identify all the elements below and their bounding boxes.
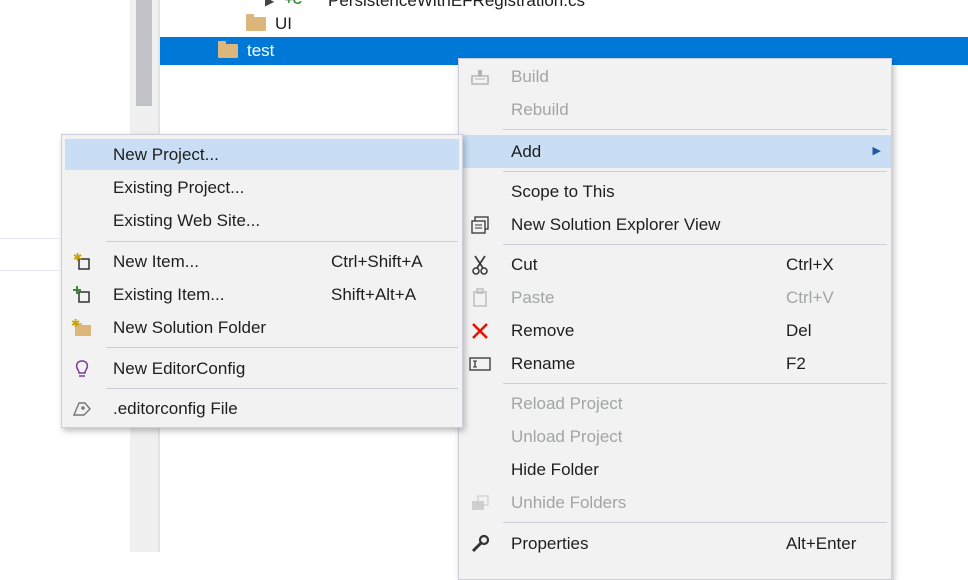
menu-item-shortcut: F2 bbox=[786, 354, 806, 373]
menu-separator bbox=[106, 241, 458, 242]
menu-item-label: Build bbox=[511, 67, 549, 86]
svg-text:✱: ✱ bbox=[71, 318, 80, 330]
menu-item-new-solution-explorer-view[interactable]: New Solution Explorer View bbox=[459, 210, 891, 240]
folder-icon bbox=[218, 41, 238, 58]
menu-item-label: New Solution Explorer View bbox=[511, 215, 721, 234]
expand-arrow-icon[interactable]: ▶ bbox=[265, 0, 274, 8]
tree-item-label: test bbox=[247, 41, 275, 60]
menu-item-label: Rebuild bbox=[511, 100, 569, 119]
scissors-icon bbox=[469, 254, 491, 276]
editorconfig-file-icon bbox=[71, 398, 93, 420]
submenu-item-existing-project[interactable]: Existing Project... bbox=[62, 173, 462, 203]
menu-item-shortcut: Alt+Enter bbox=[786, 534, 857, 553]
paste-icon bbox=[469, 287, 491, 309]
new-item-icon: ✱ bbox=[71, 251, 93, 273]
unhide-folders-icon bbox=[469, 492, 491, 514]
submenu-item-existing-item[interactable]: Existing Item... Shift+Alt+A bbox=[62, 280, 462, 310]
menu-item-hide-folder[interactable]: Hide Folder bbox=[459, 455, 891, 485]
menu-separator bbox=[106, 347, 458, 348]
menu-item-label: Reload Project bbox=[511, 394, 623, 413]
faint-divider bbox=[0, 270, 60, 271]
menu-item-label: Rename bbox=[511, 354, 576, 373]
submenu-item-existing-web-site[interactable]: Existing Web Site... bbox=[62, 206, 462, 236]
menu-item-remove[interactable]: Remove Del bbox=[459, 316, 891, 346]
solution-explorer-view-icon bbox=[469, 214, 491, 236]
menu-item-label: Remove bbox=[511, 321, 575, 340]
menu-item-shortcut: Ctrl+V bbox=[786, 288, 834, 307]
menu-item-shortcut: Del bbox=[786, 321, 812, 340]
menu-item-rename[interactable]: Rename F2 bbox=[459, 349, 891, 379]
menu-item-label: Scope to This bbox=[511, 182, 615, 201]
menu-item-label: Properties bbox=[511, 534, 589, 553]
menu-item-add[interactable]: Add ▶ bbox=[459, 135, 891, 168]
menu-item-label: Existing Item... bbox=[113, 285, 225, 304]
menu-item-paste[interactable]: Paste Ctrl+V bbox=[459, 283, 891, 313]
menu-item-label: Paste bbox=[511, 288, 555, 307]
menu-item-label: .editorconfig File bbox=[113, 399, 238, 418]
menu-item-label: New Solution Folder bbox=[113, 318, 267, 337]
rename-icon bbox=[469, 353, 491, 375]
menu-item-cut[interactable]: Cut Ctrl+X bbox=[459, 250, 891, 280]
csharp-file-icon: +C bbox=[285, 0, 302, 7]
menu-separator bbox=[503, 522, 887, 523]
menu-item-label: Existing Web Site... bbox=[113, 211, 261, 230]
menu-item-label: New EditorConfig bbox=[113, 359, 246, 378]
submenu-arrow-icon: ▶ bbox=[872, 145, 881, 157]
menu-item-label: Cut bbox=[511, 255, 538, 274]
submenu-item-new-project[interactable]: New Project... bbox=[65, 139, 459, 170]
menu-separator bbox=[106, 388, 458, 389]
menu-item-reload-project[interactable]: Reload Project bbox=[459, 389, 891, 419]
menu-item-scope-to-this[interactable]: Scope to This bbox=[459, 177, 891, 207]
menu-item-shortcut: Shift+Alt+A bbox=[331, 285, 417, 304]
menu-item-label: Add bbox=[511, 142, 542, 161]
menu-item-label: New Project... bbox=[113, 145, 219, 164]
menu-item-label: New Item... bbox=[113, 252, 199, 271]
menu-item-shortcut: Ctrl+Shift+A bbox=[331, 252, 423, 271]
tree-item-label: UI bbox=[275, 14, 292, 33]
menu-separator bbox=[503, 244, 887, 245]
build-icon bbox=[469, 66, 491, 88]
menu-separator bbox=[503, 383, 887, 384]
menu-item-label: Unhide Folders bbox=[511, 493, 627, 512]
menu-item-label: Unload Project bbox=[511, 427, 623, 446]
menu-item-properties[interactable]: Properties Alt+Enter bbox=[459, 529, 891, 559]
menu-item-unload-project[interactable]: Unload Project bbox=[459, 422, 891, 452]
submenu-item-new-solution-folder[interactable]: ✱ New Solution Folder bbox=[62, 313, 462, 343]
submenu-item-new-item[interactable]: ✱ New Item... Ctrl+Shift+A bbox=[62, 247, 462, 277]
menu-separator bbox=[503, 129, 887, 130]
submenu-item-new-editorconfig[interactable]: New EditorConfig bbox=[62, 354, 462, 384]
menu-item-shortcut: Ctrl+X bbox=[786, 255, 834, 274]
existing-item-icon bbox=[71, 284, 93, 306]
context-menu: Build Rebuild Add ▶ Scope to This New So… bbox=[458, 58, 892, 580]
new-solution-folder-icon: ✱ bbox=[71, 317, 93, 339]
submenu-item-editorconfig-file[interactable]: .editorconfig File bbox=[62, 394, 462, 424]
menu-item-rebuild[interactable]: Rebuild bbox=[459, 95, 891, 125]
menu-item-label: Existing Project... bbox=[113, 178, 245, 197]
menu-item-build[interactable]: Build bbox=[459, 62, 891, 92]
lightbulb-icon bbox=[71, 358, 93, 380]
faint-divider bbox=[0, 238, 60, 239]
scrollbar-thumb[interactable] bbox=[136, 0, 152, 106]
remove-x-icon bbox=[469, 320, 491, 342]
menu-separator bbox=[503, 171, 887, 172]
tree-item-ui-folder[interactable]: UI bbox=[160, 10, 968, 38]
add-submenu: New Project... Existing Project... Exist… bbox=[61, 134, 463, 428]
svg-text:✱: ✱ bbox=[73, 252, 82, 264]
folder-icon bbox=[246, 14, 266, 31]
menu-item-label: Hide Folder bbox=[511, 460, 599, 479]
menu-item-unhide-folders[interactable]: Unhide Folders bbox=[459, 488, 891, 518]
